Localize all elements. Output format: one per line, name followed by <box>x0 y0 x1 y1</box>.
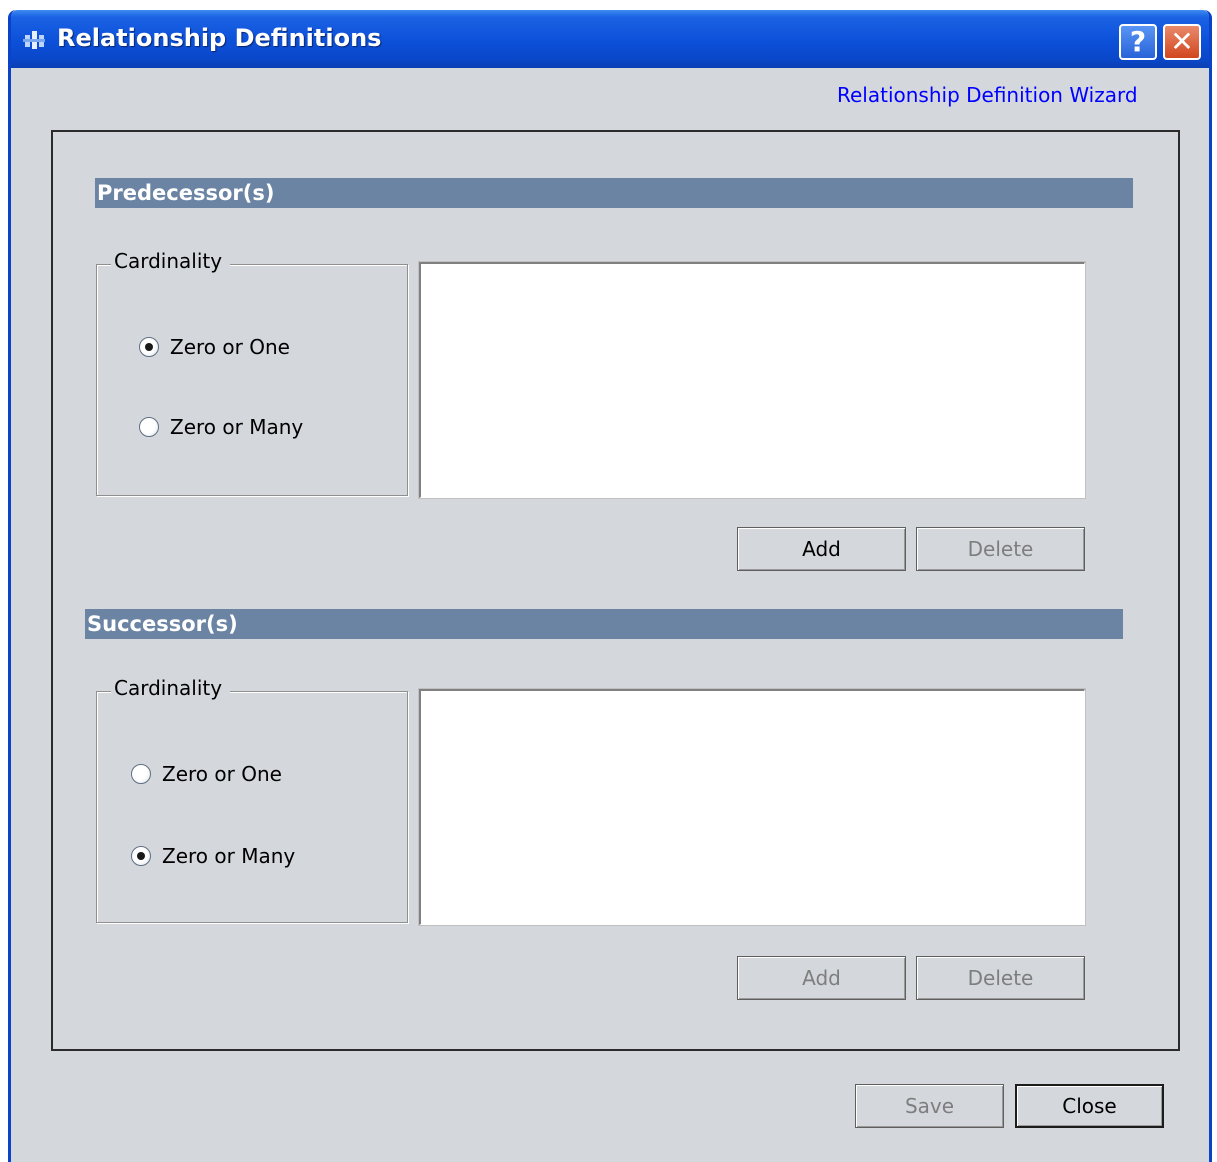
predecessor-cardinality-group: Cardinality Zero or One Zero or Many <box>96 249 408 496</box>
dialog-window: Relationship Definitions ? ✕ Relationshi… <box>8 10 1212 1162</box>
successor-zero-or-many-radio[interactable] <box>131 846 151 866</box>
predecessor-cardinality-label: Cardinality <box>111 249 231 273</box>
close-window-button[interactable]: ✕ <box>1163 24 1201 60</box>
save-button[interactable]: Save <box>855 1084 1004 1128</box>
relationship-icon <box>23 31 45 49</box>
successor-zero-or-one-label: Zero or One <box>162 762 282 786</box>
successor-zero-or-one-radio[interactable] <box>131 764 151 784</box>
successor-zero-or-many-label: Zero or Many <box>162 844 296 868</box>
window-title: Relationship Definitions <box>57 24 382 52</box>
successor-header: Successor(s) <box>85 609 1123 639</box>
predecessor-zero-or-one-label: Zero or One <box>170 335 290 359</box>
successor-zero-or-many-option[interactable]: Zero or Many <box>131 844 295 868</box>
successor-add-button[interactable]: Add <box>737 956 906 1000</box>
successor-list[interactable] <box>418 688 1086 926</box>
content-panel: Predecessor(s) Cardinality Zero or One Z… <box>51 130 1180 1051</box>
predecessor-zero-or-many-label: Zero or Many <box>170 415 304 439</box>
predecessor-zero-or-many-radio[interactable] <box>139 417 159 437</box>
successor-cardinality-group: Cardinality Zero or One Zero or Many <box>96 676 408 923</box>
successor-cardinality-label: Cardinality <box>111 676 231 700</box>
successor-delete-button[interactable]: Delete <box>916 956 1085 1000</box>
predecessor-delete-button[interactable]: Delete <box>916 527 1085 571</box>
predecessor-zero-or-one-option[interactable]: Zero or One <box>139 335 290 359</box>
predecessor-zero-or-one-radio[interactable] <box>139 337 159 357</box>
title-bar[interactable]: Relationship Definitions ? ✕ <box>11 10 1209 68</box>
close-button[interactable]: Close <box>1015 1084 1164 1128</box>
predecessor-header: Predecessor(s) <box>95 178 1133 208</box>
predecessor-list[interactable] <box>418 261 1086 499</box>
successor-zero-or-one-option[interactable]: Zero or One <box>131 762 282 786</box>
predecessor-zero-or-many-option[interactable]: Zero or Many <box>139 415 303 439</box>
relationship-definition-wizard-link[interactable]: Relationship Definition Wizard <box>837 83 1138 107</box>
predecessor-add-button[interactable]: Add <box>737 527 906 571</box>
help-button[interactable]: ? <box>1119 24 1157 60</box>
